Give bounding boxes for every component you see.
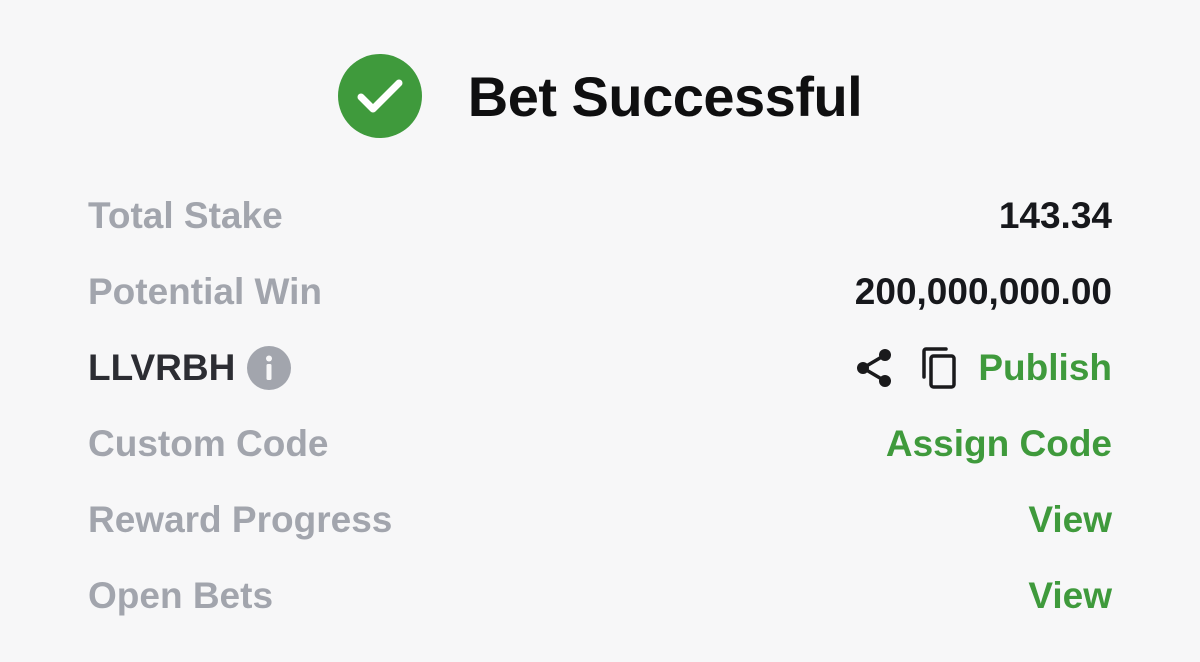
booking-code-group: LLVRBH [88,346,292,390]
bet-confirmation-panel: Bet Successful Total Stake 143.34 Potent… [0,0,1200,662]
reward-progress-row: Reward Progress View [88,482,1112,558]
page-title: Bet Successful [467,64,863,128]
open-bets-row: Open Bets View [88,558,1112,634]
copy-icon[interactable] [920,346,958,390]
reward-progress-label: Reward Progress [88,499,393,540]
total-stake-row: Total Stake 143.34 [88,178,1112,254]
potential-win-row: Potential Win 200,000,000.00 [88,254,1112,330]
custom-code-row: Custom Code Assign Code [88,406,1112,482]
booking-code: LLVRBH [88,347,236,388]
total-stake-value: 143.34 [998,195,1112,236]
share-icon[interactable] [854,347,894,389]
open-bets-label: Open Bets [88,575,274,616]
potential-win-value: 200,000,000.00 [854,271,1112,312]
info-icon[interactable] [247,346,292,390]
header: Bet Successful [0,54,1200,138]
booking-actions: Publish [854,346,1112,390]
reward-progress-view-button[interactable]: View [1028,499,1112,541]
bet-summary: Total Stake 143.34 Potential Win 200,000… [88,178,1112,634]
check-circle-icon [337,54,422,138]
potential-win-label: Potential Win [88,271,322,312]
publish-button[interactable]: Publish [978,347,1112,389]
total-stake-label: Total Stake [88,195,283,236]
assign-code-button[interactable]: Assign Code [886,423,1112,465]
booking-code-row: LLVRBH Publish [88,330,1112,406]
custom-code-label: Custom Code [88,423,329,464]
open-bets-view-button[interactable]: View [1028,575,1112,617]
